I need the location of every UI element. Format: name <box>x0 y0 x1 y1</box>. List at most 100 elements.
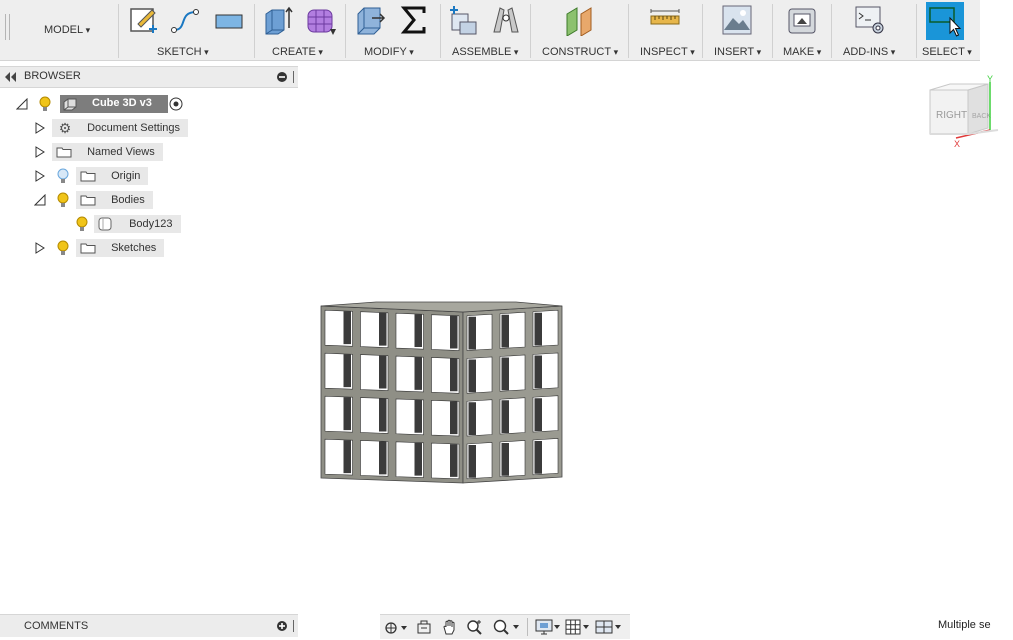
minimize-browser-icon[interactable] <box>277 72 287 82</box>
fit-zoom-window-icon[interactable] <box>492 618 522 636</box>
press-pull-icon[interactable] <box>354 4 386 36</box>
construct-menu[interactable]: CONSTRUCT <box>542 46 618 58</box>
joint-icon[interactable] <box>490 4 522 36</box>
inspect-menu[interactable]: INSPECT <box>640 46 695 58</box>
viewcube[interactable]: RIGHT BACK Y X <box>920 72 1004 154</box>
orbit-icon[interactable] <box>384 620 408 636</box>
lattice-inner-depth <box>343 354 351 388</box>
parameters-sigma-icon[interactable] <box>398 4 430 36</box>
viewcube-right-label: RIGHT <box>936 110 967 121</box>
comments-bar: COMMENTS <box>0 614 298 637</box>
toolbar-separator <box>530 4 531 58</box>
lattice-inner-depth <box>450 358 458 392</box>
lattice-inner-depth <box>450 315 458 349</box>
cube-lattice-model[interactable] <box>316 298 568 488</box>
panel-pin-handle[interactable] <box>293 71 294 83</box>
toolbar-separator <box>345 4 346 58</box>
toolbar-separator <box>628 4 629 58</box>
tree-item-named-views[interactable]: Named Views <box>52 143 163 161</box>
tree-item-body[interactable]: Body123 <box>94 215 181 233</box>
lattice-inner-depth <box>343 440 351 474</box>
select-tool-button[interactable] <box>926 2 964 40</box>
create-menu[interactable]: CREATE <box>272 46 323 58</box>
sketch-menu[interactable]: SKETCH <box>157 46 209 58</box>
lattice-inner-depth <box>343 397 351 431</box>
modify-menu[interactable]: MODIFY <box>364 46 414 58</box>
lattice-inner-depth <box>414 314 422 348</box>
form-icon[interactable] <box>305 4 337 36</box>
extrude-icon[interactable] <box>262 4 294 36</box>
rectangle-tool-icon[interactable] <box>213 4 245 36</box>
lattice-inner-depth <box>534 398 542 432</box>
new-component-icon[interactable] <box>446 4 478 36</box>
lattice-inner-depth <box>468 445 476 478</box>
visibility-bulb-icon[interactable] <box>56 240 70 256</box>
insert-canvas-icon[interactable] <box>721 4 753 36</box>
tree-item-sketches[interactable]: Sketches <box>76 239 165 257</box>
lattice-inner-depth <box>379 398 387 432</box>
add-comment-icon[interactable] <box>277 621 287 631</box>
lattice-inner-depth <box>534 355 542 389</box>
visibility-bulb-off-icon[interactable] <box>56 168 70 184</box>
display-settings-icon[interactable] <box>534 619 562 635</box>
line-tool-icon[interactable] <box>170 4 202 36</box>
viewports-icon[interactable] <box>595 619 623 635</box>
body-icon <box>98 217 112 231</box>
expand-triangle-icon[interactable] <box>34 170 46 182</box>
lattice-inner-depth <box>379 312 387 346</box>
lattice-inner-depth <box>450 401 458 435</box>
toolbar-grip <box>9 14 10 40</box>
lattice-inner-depth <box>450 444 458 477</box>
expand-triangle-icon[interactable] <box>34 122 46 134</box>
toolbar-separator <box>527 618 528 636</box>
3d-print-icon[interactable] <box>786 4 818 36</box>
scripts-addins-icon[interactable] <box>854 4 886 36</box>
comments-title: COMMENTS <box>24 620 89 632</box>
insert-menu[interactable]: INSERT <box>714 46 761 58</box>
addins-menu[interactable]: ADD-INS <box>843 46 895 58</box>
collapse-triangle-icon[interactable] <box>34 194 46 206</box>
pan-hand-icon[interactable] <box>441 618 459 636</box>
root-component-row[interactable]: Cube 3D v3 <box>60 95 168 113</box>
tree-item-origin[interactable]: Origin <box>76 167 149 185</box>
folder-icon <box>80 171 96 182</box>
expand-triangle-icon[interactable] <box>34 146 46 158</box>
toolbar-separator <box>440 4 441 58</box>
measure-icon[interactable] <box>649 4 681 36</box>
zoom-icon[interactable] <box>466 618 484 636</box>
grid-settings-icon[interactable] <box>565 619 591 635</box>
folder-icon <box>56 147 72 158</box>
visibility-bulb-icon[interactable] <box>56 192 70 208</box>
panel-pin-handle[interactable] <box>293 620 294 632</box>
expand-triangle-icon[interactable] <box>34 242 46 254</box>
offset-plane-icon[interactable] <box>564 4 596 36</box>
x-axis-label: X <box>954 139 960 149</box>
assemble-menu[interactable]: ASSEMBLE <box>452 46 518 58</box>
tree-item-bodies[interactable]: Bodies <box>76 191 153 209</box>
lattice-inner-depth <box>534 441 542 474</box>
workspace-switcher[interactable]: MODEL <box>44 24 90 36</box>
folder-icon <box>80 243 96 254</box>
visibility-bulb-icon[interactable] <box>75 216 89 232</box>
toolbar-grip <box>5 14 6 40</box>
activate-radio-icon[interactable] <box>169 97 183 111</box>
create-sketch-icon[interactable] <box>128 4 160 36</box>
lattice-inner-depth <box>414 399 422 433</box>
look-at-icon[interactable] <box>416 619 432 635</box>
collapse-browser-icon[interactable] <box>4 72 16 82</box>
lattice-inner-depth <box>414 357 422 390</box>
select-window-icon <box>929 7 962 37</box>
status-text: Multiple se <box>938 619 991 631</box>
y-axis-label: Y <box>987 74 993 84</box>
select-menu[interactable]: SELECT <box>922 46 972 58</box>
lattice-inner-depth <box>501 314 509 348</box>
tree-item-document-settings[interactable]: ⚙ Document Settings <box>52 119 188 137</box>
visibility-bulb-icon[interactable] <box>38 96 52 112</box>
lattice-inner-depth <box>414 442 422 476</box>
lattice-inner-depth <box>501 400 509 434</box>
toolbar-separator <box>916 4 917 58</box>
collapse-triangle-icon[interactable] <box>16 98 28 110</box>
component-icon <box>63 98 77 111</box>
make-menu[interactable]: MAKE <box>783 46 821 58</box>
root-component-label: Cube 3D v3 <box>92 97 152 109</box>
